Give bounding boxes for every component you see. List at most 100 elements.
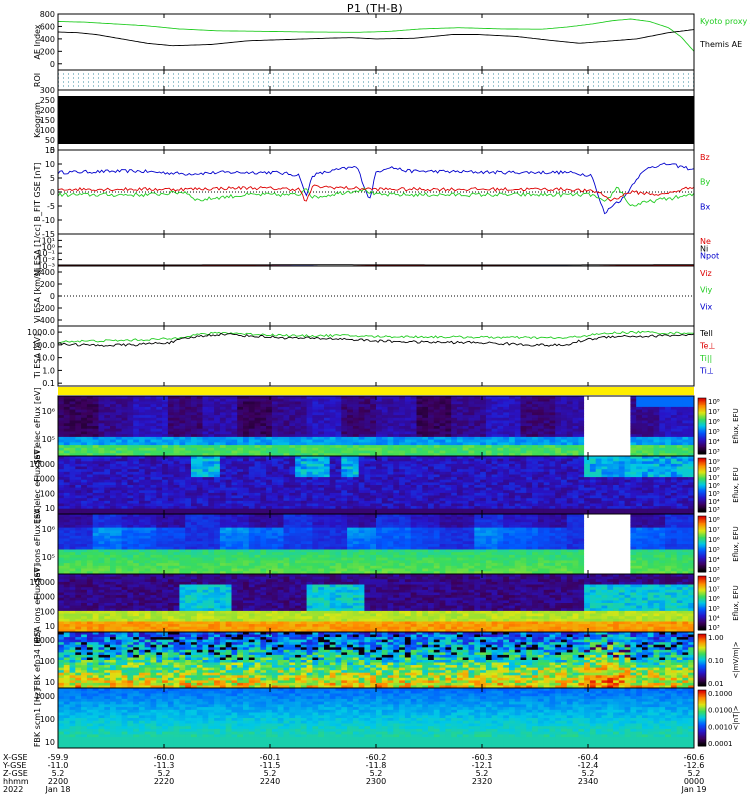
esa_e-cell — [312, 471, 319, 475]
sst_e-cell — [127, 409, 134, 413]
sst_e-cell — [520, 442, 527, 446]
sst_e-cell — [653, 406, 660, 410]
esa_e-cell — [451, 461, 458, 465]
esa_e-cell — [92, 485, 99, 488]
esa_e-cell — [433, 503, 440, 507]
esa_e-cell — [196, 463, 203, 467]
sst_e-cell — [167, 439, 175, 443]
esa_e-cell — [358, 500, 365, 504]
esa_e-cell — [266, 508, 273, 512]
sst_e-cell — [63, 423, 70, 427]
sst_e-cell — [318, 428, 325, 432]
sst_e-cell — [185, 442, 192, 446]
sst_e-cell — [58, 426, 65, 430]
density-legend-npot: Npot — [700, 252, 719, 261]
esa_e-cell — [86, 461, 94, 465]
sst_e-cell — [532, 423, 539, 427]
esa_e-cell — [231, 482, 238, 486]
sst_e-cell — [283, 431, 290, 435]
sst_e-cell — [676, 412, 683, 416]
sst_e-cell — [364, 447, 371, 451]
sst_e-cell — [665, 426, 672, 430]
esa_e-cell — [185, 490, 192, 494]
esa_e-cell — [121, 495, 128, 499]
sst_e-cell — [358, 398, 365, 402]
sst_e-cell — [219, 412, 227, 416]
sst_e-cell — [404, 426, 412, 430]
esa_e-cell — [474, 482, 481, 486]
bfield-legend-by: By — [700, 178, 710, 187]
esa_e-cell — [283, 482, 290, 486]
esa_e-cell — [572, 477, 579, 481]
esa_e-cell — [121, 479, 128, 483]
sst_e-cell — [104, 431, 111, 435]
esa_e-cell — [445, 471, 452, 475]
esa_e-cell — [578, 508, 585, 512]
esa_e-cell — [127, 482, 134, 486]
sst_e-cell — [445, 409, 452, 413]
esa_e-cell — [416, 487, 423, 491]
sst_e-cell — [509, 417, 516, 421]
sst_e-cell — [566, 442, 573, 446]
sst_e-cell — [266, 445, 273, 449]
esa_e-cell — [370, 485, 377, 488]
sst_e-cell — [595, 420, 602, 424]
sst_e-cell — [81, 406, 88, 410]
sst_e-cell — [670, 406, 678, 410]
esa_e-cell — [543, 479, 550, 483]
esa_e-cell — [92, 492, 99, 496]
sst_e-cell — [584, 450, 591, 454]
esa_e-cell — [260, 508, 267, 512]
esa_e-cell — [555, 458, 562, 462]
esa_e-cell — [237, 490, 244, 494]
sst_e-cell — [86, 417, 94, 421]
sst_e-cell — [75, 445, 82, 449]
sst_e-cell — [81, 404, 88, 408]
sst_e-cell — [630, 434, 637, 438]
sst_e-cell — [144, 412, 151, 416]
sst_e-cell — [277, 426, 284, 430]
esa_e-cell — [456, 477, 464, 481]
sst_e-cell — [133, 415, 140, 419]
sst_e-cell — [92, 439, 99, 443]
sst_e-cell — [682, 439, 689, 443]
esa_e-cell — [630, 461, 637, 465]
esa_e-cell — [104, 469, 111, 473]
sst_e-cell — [503, 409, 510, 413]
sst_e-cell — [404, 431, 412, 435]
ae-ytick-label: 600 — [40, 22, 55, 31]
sst_e-cell — [324, 415, 331, 419]
esa_e-cell — [324, 477, 331, 481]
sst_e-cell — [630, 428, 637, 432]
sst_e-cell — [370, 398, 377, 402]
sst_e-cell — [237, 412, 244, 416]
esa_e-cell — [214, 500, 221, 504]
esa_e-cell — [491, 482, 498, 486]
sst_e-cell — [480, 434, 487, 438]
esa_e-cell — [514, 474, 521, 478]
sst_e-cell — [393, 431, 400, 435]
sst_e-cell — [324, 412, 331, 416]
sst_e-cell — [642, 415, 649, 419]
sst_e-cell — [474, 404, 481, 408]
esa_e-cell — [630, 466, 637, 470]
esa_e-cell — [595, 463, 602, 467]
sst_e-cell — [433, 436, 440, 440]
esa_e-cell — [370, 469, 377, 473]
sst_e-cell — [196, 415, 203, 419]
sst_e-cell — [144, 423, 151, 427]
sst_e-cell — [404, 406, 412, 410]
sst_e-cell — [219, 428, 227, 432]
sst_e-cell — [364, 423, 371, 427]
esa_e-cell — [647, 485, 654, 488]
esa_e-cell — [312, 485, 319, 488]
esa_e-cell — [300, 498, 307, 502]
esa_e-cell — [329, 485, 336, 488]
esa_e-cell — [219, 490, 227, 494]
sst_e-cell — [329, 401, 336, 405]
sst_e-cell — [138, 439, 146, 443]
esa_e-cell — [243, 477, 250, 481]
esa_e-cell — [584, 485, 591, 488]
sst_e-cell — [636, 445, 643, 449]
sst_e-cell — [526, 417, 533, 421]
